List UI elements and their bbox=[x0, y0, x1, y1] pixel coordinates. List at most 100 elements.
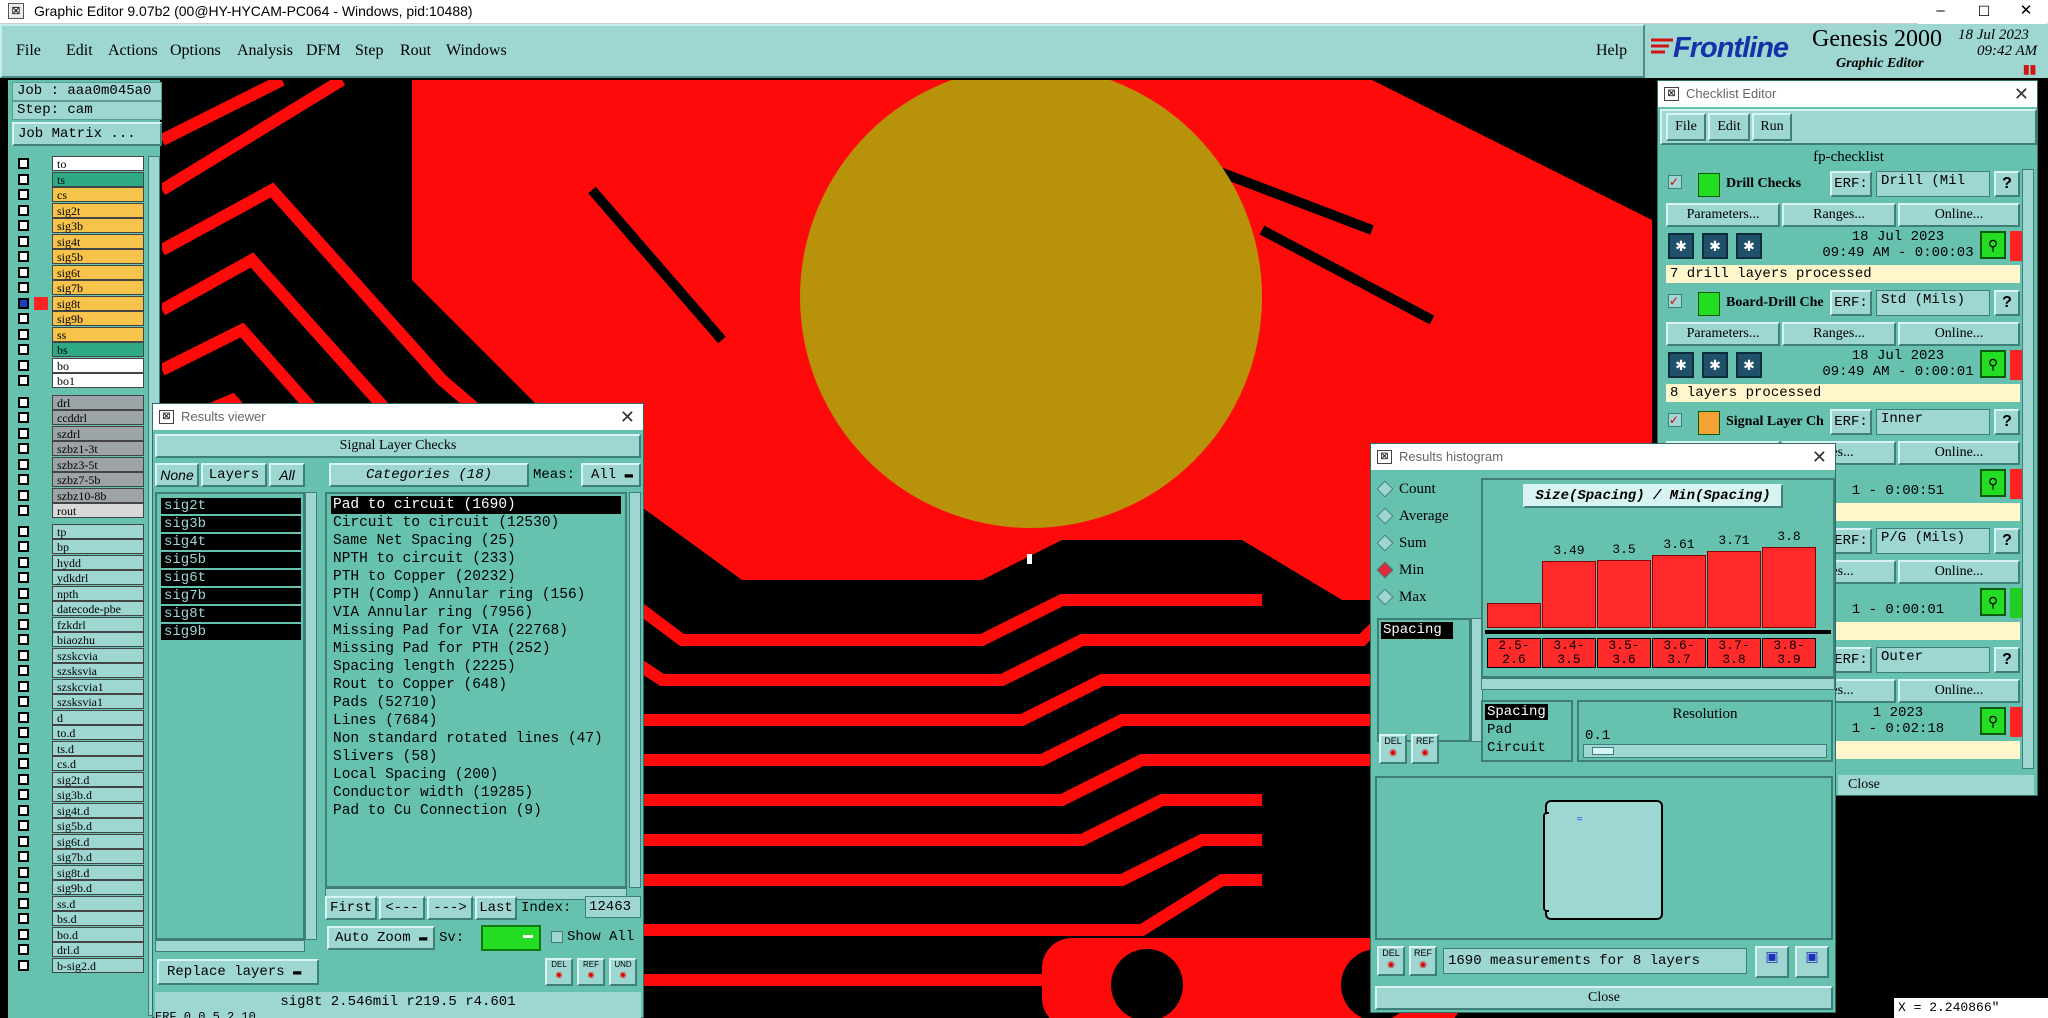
layer-row[interactable]: ts bbox=[14, 171, 144, 187]
layer-checkbox[interactable] bbox=[18, 344, 29, 355]
zoom-icon[interactable]: ⚲ bbox=[1980, 350, 2006, 378]
layer-row[interactable]: rout bbox=[14, 503, 144, 518]
layer-row[interactable]: sig7b bbox=[14, 280, 144, 295]
layer-row[interactable]: cs bbox=[14, 187, 144, 202]
layer-row[interactable]: to bbox=[14, 156, 144, 171]
histogram-variable-item[interactable]: Spacing bbox=[1381, 622, 1453, 639]
layer-name[interactable]: sig4t bbox=[52, 233, 144, 249]
erf-value[interactable]: Inner bbox=[1876, 409, 1990, 435]
layer-name[interactable]: bo1 bbox=[52, 373, 144, 388]
hist-ref-button[interactable]: REF ◉ bbox=[1411, 734, 1439, 764]
layer-checkbox[interactable] bbox=[18, 328, 29, 340]
layers-none-button[interactable]: None bbox=[155, 463, 199, 487]
run-action-icon[interactable]: ✱ bbox=[1736, 233, 1762, 259]
menu-analysis[interactable]: Analysis bbox=[237, 42, 293, 60]
layer-row[interactable]: szbz1-3t bbox=[14, 441, 144, 456]
layer-checkbox[interactable] bbox=[18, 443, 29, 454]
parameters-button[interactable]: Parameters... bbox=[1666, 203, 1780, 227]
layer-row[interactable]: szdrl bbox=[14, 425, 144, 441]
layer-checkbox[interactable] bbox=[18, 742, 29, 754]
category-item[interactable]: Non standard rotated lines (47) bbox=[331, 730, 603, 748]
checklist-menu-edit[interactable]: Edit bbox=[1708, 113, 1750, 141]
layer-list-hscroll[interactable] bbox=[155, 940, 305, 952]
layer-row[interactable]: bo1 bbox=[14, 373, 144, 388]
preview-ref-button[interactable]: REF ◉ bbox=[1409, 946, 1437, 976]
layer-row[interactable]: d bbox=[14, 709, 144, 725]
layer-checkbox[interactable] bbox=[18, 313, 29, 324]
layer-checkbox[interactable] bbox=[18, 505, 29, 516]
item-checkbox[interactable]: ✓ bbox=[1668, 175, 1682, 189]
layer-row[interactable]: datecode-pbe bbox=[14, 601, 144, 616]
layer-name[interactable]: szskcvia bbox=[52, 647, 144, 663]
category-item[interactable]: VIA Annular ring (7956) bbox=[331, 604, 533, 622]
replace-layers-dropdown[interactable]: Replace layers ▬ bbox=[157, 959, 319, 985]
run-action-icon[interactable]: ✱ bbox=[1668, 233, 1694, 259]
category-item[interactable]: Pad to Cu Connection (9) bbox=[331, 802, 542, 820]
del-button[interactable]: DEL ◉ bbox=[545, 958, 573, 986]
menu-dfm[interactable]: DFM bbox=[306, 42, 341, 60]
layer-checkbox[interactable] bbox=[18, 412, 29, 423]
online-button[interactable]: Online... bbox=[1898, 560, 2020, 584]
meas-dropdown[interactable]: All ▬ bbox=[581, 463, 641, 487]
layer-name[interactable]: fzkdrl bbox=[52, 616, 144, 632]
layers-all-button[interactable]: All bbox=[269, 463, 305, 487]
layer-checkbox[interactable] bbox=[18, 758, 29, 769]
resolution-slider-thumb[interactable] bbox=[1592, 747, 1614, 755]
layer-name[interactable]: ccddrl bbox=[52, 410, 144, 425]
layer-checkbox[interactable] bbox=[18, 820, 29, 831]
layer-checkbox[interactable] bbox=[18, 773, 29, 785]
layer-checkbox[interactable] bbox=[18, 474, 29, 485]
layer-name[interactable]: biaozhu bbox=[52, 632, 144, 647]
layer-checkbox[interactable] bbox=[18, 603, 29, 614]
category-item[interactable]: Spacing length (2225) bbox=[331, 658, 516, 676]
job-matrix-button[interactable]: Job Matrix ... bbox=[12, 122, 162, 146]
checklist-menu-run[interactable]: Run bbox=[1752, 113, 1792, 141]
layer-name[interactable]: szbz3-5t bbox=[52, 456, 144, 472]
layer-name[interactable]: ts.d bbox=[52, 740, 144, 756]
layer-row[interactable]: biaozhu bbox=[14, 632, 144, 647]
layer-row[interactable]: szskcvia bbox=[14, 647, 144, 663]
export-icon[interactable]: ▣ bbox=[1795, 946, 1829, 978]
layer-row[interactable]: ts.d bbox=[14, 740, 144, 756]
checklist-menu-file[interactable]: File bbox=[1666, 113, 1706, 141]
layer-row[interactable]: sig6t bbox=[14, 264, 144, 280]
layer-name[interactable]: bs bbox=[52, 342, 144, 357]
online-button[interactable]: Online... bbox=[1898, 322, 2020, 346]
layer-name[interactable]: sig7b.d bbox=[52, 849, 144, 864]
radio-icon[interactable] bbox=[1376, 480, 1394, 498]
layer-row[interactable]: hydd bbox=[14, 554, 144, 570]
histogram-type-list[interactable]: Spacing Pad Circuit bbox=[1481, 700, 1573, 762]
layer-name[interactable]: sig8t.d bbox=[52, 864, 144, 880]
layer-row[interactable]: ydkdrl bbox=[14, 570, 144, 585]
erf-value[interactable]: Drill (Mil bbox=[1876, 171, 1990, 197]
histogram-bar[interactable] bbox=[1542, 560, 1596, 628]
histogram-close-button[interactable]: Close bbox=[1375, 986, 1833, 1010]
layer-checkbox[interactable] bbox=[18, 649, 29, 661]
ref-button[interactable]: REF ◉ bbox=[577, 958, 605, 986]
categories-list[interactable]: Pad to circuit (1690) Circuit to circuit … bbox=[325, 492, 627, 888]
layers-toggle[interactable]: Layers bbox=[201, 463, 267, 487]
layer-row[interactable]: drl bbox=[14, 394, 144, 410]
category-item[interactable]: PTH (Comp) Annular ring (156) bbox=[331, 586, 585, 604]
layer-name[interactable]: cs.d bbox=[52, 756, 144, 771]
layer-checkbox[interactable] bbox=[18, 618, 29, 630]
radio-icon[interactable] bbox=[1376, 561, 1394, 579]
online-button[interactable]: Online... bbox=[1898, 441, 2020, 465]
layer-checkbox[interactable] bbox=[18, 375, 29, 386]
layer-row[interactable]: sig4t.d bbox=[14, 802, 144, 818]
layer-name[interactable]: sig2t bbox=[52, 202, 144, 218]
histogram-bar[interactable] bbox=[1597, 560, 1651, 628]
close-window-button[interactable]: ✕ bbox=[2005, 0, 2047, 24]
layer-row[interactable]: szsksvia bbox=[14, 663, 144, 678]
layer-name[interactable]: cs bbox=[52, 187, 144, 202]
checklist-scrollbar[interactable] bbox=[2022, 169, 2034, 769]
layer-name[interactable]: ss.d bbox=[52, 895, 144, 911]
category-item[interactable]: Local Spacing (200) bbox=[331, 766, 498, 784]
layer-name[interactable]: b-sig2.d bbox=[52, 957, 144, 973]
category-item[interactable]: Slivers (58) bbox=[331, 748, 437, 766]
category-item[interactable]: Circuit to circuit (12530) bbox=[331, 514, 559, 532]
layer-row[interactable]: sig9b.d bbox=[14, 880, 144, 895]
preview-del-button[interactable]: DEL ◉ bbox=[1377, 946, 1405, 976]
layer-name[interactable]: bs.d bbox=[52, 911, 144, 926]
layer-name[interactable]: d bbox=[52, 709, 144, 725]
